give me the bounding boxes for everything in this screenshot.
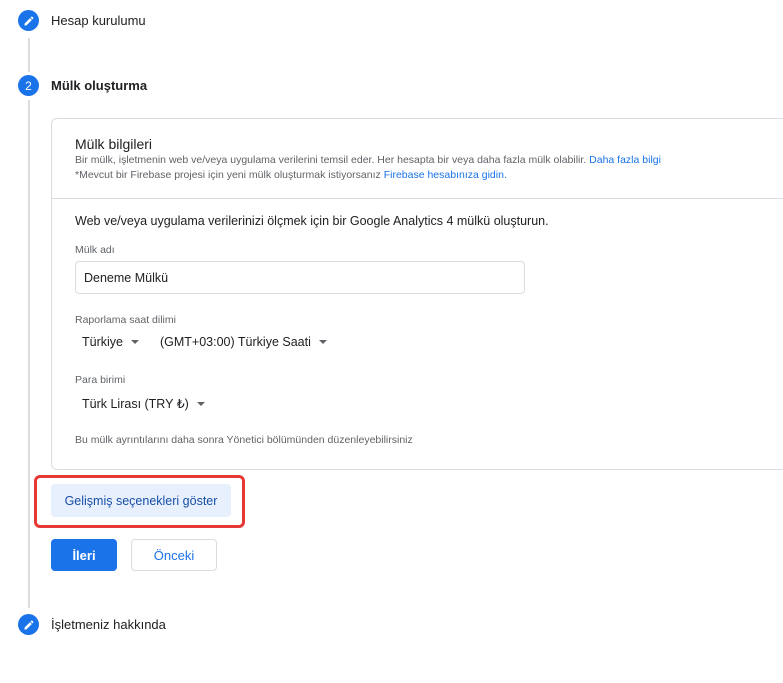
property-details-card: Mülk bilgileri Bir mülk, işletmenin web …: [51, 118, 783, 470]
currency-select-value: Türk Lirası (TRY ₺): [82, 397, 189, 411]
step-1-label[interactable]: Hesap kurulumu: [51, 13, 146, 28]
country-select-value: Türkiye: [82, 335, 123, 349]
caret-down-icon: [196, 401, 205, 406]
step-2-label: Mülk oluşturma: [51, 78, 148, 93]
card-header: Mülk bilgileri Bir mülk, işletmenin web …: [52, 119, 783, 199]
edit-later-note: Bu mülk ayrıntılarını daha sonra Yönetic…: [75, 434, 413, 446]
card-title: Mülk bilgileri: [75, 136, 153, 152]
property-name-input[interactable]: [75, 261, 525, 294]
step-1-done-indicator: [18, 10, 39, 31]
caret-down-icon: [318, 340, 327, 344]
learn-more-link[interactable]: Daha fazla bilgi: [589, 154, 661, 166]
step-3-done-indicator: [18, 614, 39, 635]
timezone-label: Raporlama saat dilimi: [75, 314, 176, 326]
country-select[interactable]: Türkiye: [82, 335, 139, 349]
previous-button[interactable]: Önceki: [131, 539, 217, 571]
caret-down-icon: [130, 340, 139, 344]
timezone-select[interactable]: (GMT+03:00) Türkiye Saati: [160, 335, 327, 349]
step-2-number: 2: [18, 75, 39, 96]
currency-label: Para birimi: [75, 374, 126, 386]
timezone-select-value: (GMT+03:00) Türkiye Saati: [160, 335, 311, 349]
currency-select[interactable]: Türk Lirası (TRY ₺): [82, 396, 205, 411]
stepper-line: [28, 100, 30, 608]
step-3-label[interactable]: İşletmeniz hakkında: [51, 617, 166, 632]
card-description: Bir mülk, işletmenin web ve/veya uygulam…: [75, 154, 661, 166]
pencil-icon: [24, 619, 34, 629]
next-button[interactable]: İleri: [51, 539, 117, 571]
stepper-line: [28, 38, 30, 72]
firebase-note-text: *Mevcut bir Firebase projesi için yeni m…: [75, 169, 381, 181]
pencil-icon: [24, 15, 34, 25]
card-description-text: Bir mülk, işletmenin web ve/veya uygulam…: [75, 154, 587, 166]
show-advanced-options-button[interactable]: Gelişmiş seçenekleri göster: [51, 484, 231, 517]
property-name-label: Mülk adı: [75, 244, 115, 256]
firebase-link[interactable]: Firebase hesabınıza gidin.: [384, 169, 507, 181]
firebase-note: *Mevcut bir Firebase projesi için yeni m…: [75, 169, 507, 181]
intro-text: Web ve/veya uygulama verilerinizi ölçmek…: [75, 214, 549, 228]
